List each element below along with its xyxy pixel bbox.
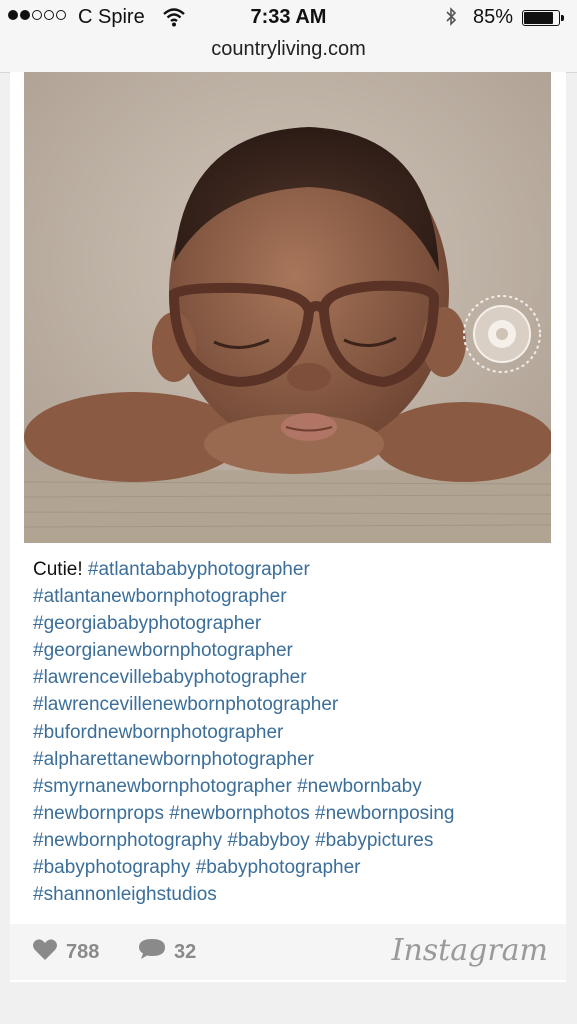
address-bar[interactable]: countryliving.com <box>0 38 577 61</box>
heart-icon <box>32 938 58 967</box>
instagram-logo[interactable]: Instagram <box>392 933 548 968</box>
comment-count: 32 <box>174 941 197 963</box>
bluetooth-icon <box>444 6 458 34</box>
hashtag-link[interactable]: #newbornprops <box>33 803 164 824</box>
hashtag-link[interactable]: #babyphotography <box>33 857 190 878</box>
battery-icon <box>522 10 564 26</box>
hashtag-link[interactable]: #georgianewbornphotographer <box>33 640 293 661</box>
hashtag-link[interactable]: #alpharettanewbornphotographer <box>33 749 314 770</box>
hashtag-link[interactable]: #newbornposing <box>315 803 454 824</box>
battery-percent: 85% <box>473 6 514 28</box>
hashtag-link[interactable]: #lawrencevillebabyphotographer <box>33 667 307 688</box>
browser-top-bar: C Spire 7:33 AM 85% countryliving.com <box>0 0 577 73</box>
hashtag-link[interactable]: #atlantababyphotographer <box>88 559 310 580</box>
like-count: 788 <box>66 941 100 963</box>
post-footer: 788 32 Instagram <box>10 924 566 980</box>
hashtag-link[interactable]: #smyrnanewbornphotographer <box>33 776 292 797</box>
hashtag-link[interactable]: #georgiababyphotographer <box>33 613 261 634</box>
instagram-embed-card: Cutie! #atlantababyphotographer #atlanta… <box>10 72 566 982</box>
like-button[interactable]: 788 <box>32 938 99 967</box>
hashtag-link[interactable]: #babyphotographer <box>196 857 361 878</box>
caption-text: Cutie! <box>33 559 83 580</box>
post-photo[interactable] <box>24 72 551 543</box>
hashtag-link[interactable]: #babypictures <box>315 830 433 851</box>
hashtag-link[interactable]: #newbornphotos <box>169 803 310 824</box>
comment-button[interactable]: 32 <box>138 938 196 967</box>
post-caption: Cutie! #atlantababyphotographer #atlanta… <box>33 556 553 908</box>
hashtag-link[interactable]: #shannonleighstudios <box>33 884 217 905</box>
comment-bubble-icon <box>138 938 166 967</box>
hashtag-link[interactable]: #bufordnewbornphotographer <box>33 722 283 743</box>
hashtag-link[interactable]: #atlantanewbornphotographer <box>33 586 287 607</box>
hashtag-link[interactable]: #lawrencevillenewbornphotographer <box>33 694 338 715</box>
hashtag-link[interactable]: #newbornbaby <box>297 776 422 797</box>
status-bar: C Spire 7:33 AM 85% <box>0 6 577 32</box>
hashtag-link[interactable]: #babyboy <box>227 830 309 851</box>
hashtag-link[interactable]: #newbornphotography <box>33 830 222 851</box>
